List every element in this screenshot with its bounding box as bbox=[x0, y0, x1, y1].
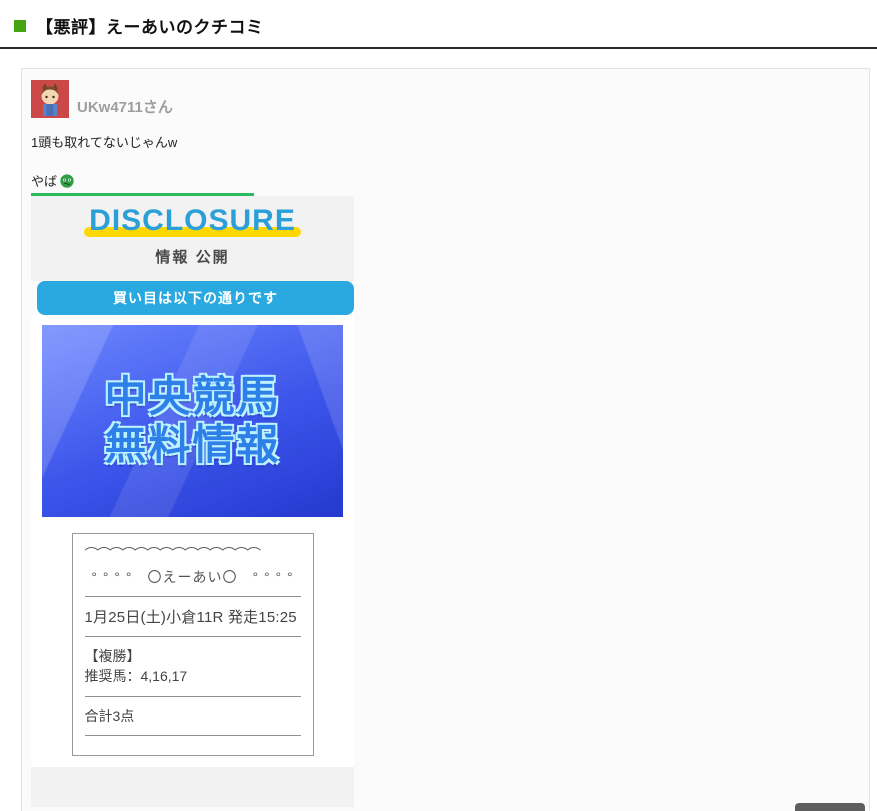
user-row: UKw4711さん bbox=[31, 80, 860, 118]
buy-list-banner: 買い目は以下の通りです bbox=[37, 281, 354, 315]
comment-text-2: やば bbox=[31, 171, 860, 190]
tooltip-peek bbox=[795, 803, 865, 811]
ticket-bet-type: 【複勝】 bbox=[85, 646, 301, 666]
ticket-scallop-border: ⌒⌒⌒⌒⌒⌒⌒⌒⌒⌒⌒⌒⌒⌒ bbox=[85, 547, 301, 561]
ticket-race-info: 1月25日(土)小倉11R 発走15:25 bbox=[85, 606, 301, 627]
username[interactable]: UKw4711さん bbox=[77, 96, 173, 118]
embedded-image[interactable]: DISCLOSURE 情報 公開 買い目は以下の通りです 中央競馬 無料情報 ⌒… bbox=[31, 196, 354, 807]
comment-text: 1頭も取れてないじゃんw bbox=[31, 132, 860, 151]
page-title: 【悪評】えーあいのクチコミ bbox=[36, 13, 264, 38]
ticket-horses: 推奨馬：4,16,17 bbox=[85, 666, 301, 686]
ticket-divider bbox=[85, 636, 301, 637]
bet-ticket: ⌒⌒⌒⌒⌒⌒⌒⌒⌒⌒⌒⌒⌒⌒ ° ° ° ° 〇えーあい〇 ° ° ° ° 1月… bbox=[72, 533, 314, 756]
promo-graphic: 中央競馬 無料情報 bbox=[42, 325, 343, 517]
ticket-divider bbox=[85, 696, 301, 697]
page-header: 【悪評】えーあいのクチコミ bbox=[0, 0, 877, 49]
embed-footer-strip bbox=[31, 767, 354, 807]
ticket-divider bbox=[85, 735, 301, 736]
nauseated-face-emoji bbox=[60, 174, 74, 188]
ticket-divider bbox=[85, 596, 301, 597]
embed-header: DISCLOSURE 情報 公開 bbox=[31, 196, 354, 281]
embed-subheading: 情報 公開 bbox=[31, 246, 354, 267]
avatar[interactable] bbox=[31, 80, 69, 118]
review-card: UKw4711さん 1頭も取れてないじゃんw やば DISCLOSURE 情報 … bbox=[21, 68, 870, 811]
promo-graphic-line1: 中央競馬 bbox=[104, 373, 280, 421]
ticket-total: 合計3点 bbox=[85, 706, 301, 726]
promo-graphic-line2: 無料情報 bbox=[104, 421, 280, 469]
ticket-brand: ° ° ° ° 〇えーあい〇 ° ° ° ° bbox=[85, 567, 301, 587]
embed-body: 中央競馬 無料情報 ⌒⌒⌒⌒⌒⌒⌒⌒⌒⌒⌒⌒⌒⌒ ° ° ° ° 〇えーあい〇 … bbox=[31, 315, 354, 767]
disclosure-heading: DISCLOSURE bbox=[89, 204, 296, 238]
green-square-bullet bbox=[14, 20, 26, 32]
